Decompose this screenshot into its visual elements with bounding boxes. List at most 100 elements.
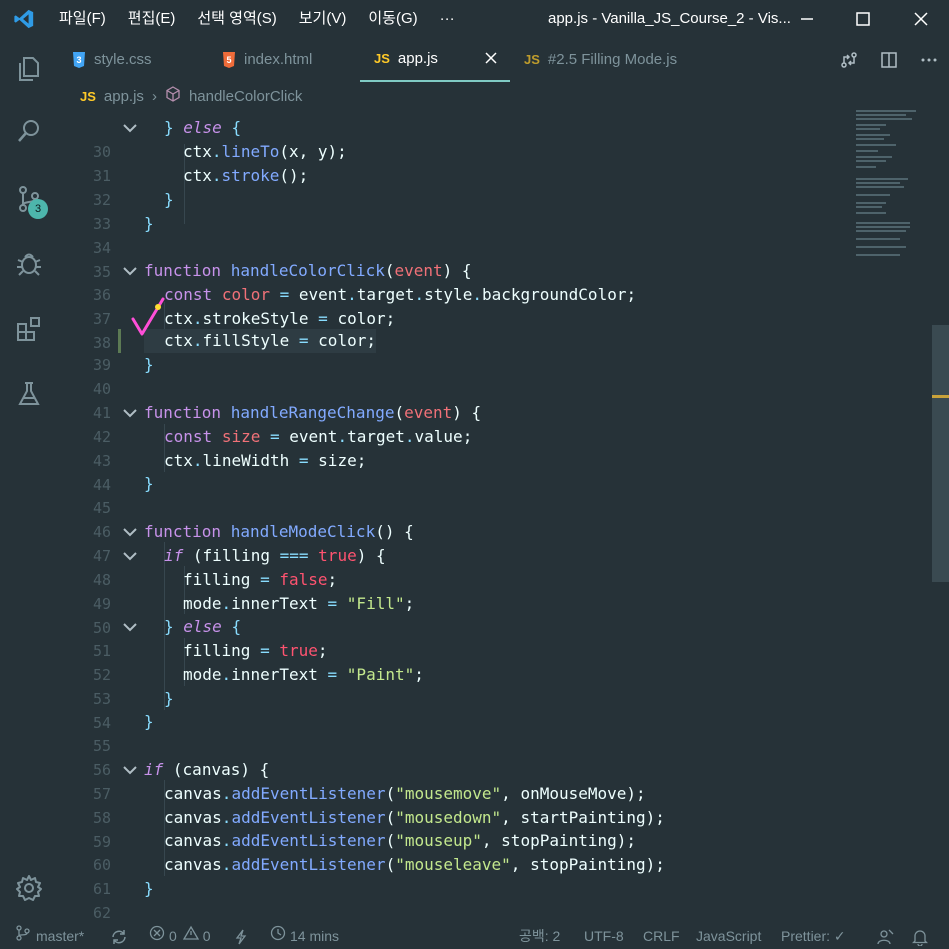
code-line: 49 filling = false; bbox=[92, 570, 338, 613]
maximize-button[interactable] bbox=[835, 0, 891, 37]
html-file-icon: 5 bbox=[222, 51, 236, 68]
editor-actions bbox=[829, 37, 949, 82]
menu-view[interactable]: 보기(V) bbox=[288, 0, 358, 37]
fold-chevron-icon[interactable] bbox=[120, 544, 140, 568]
scm-badge: 3 bbox=[28, 199, 48, 219]
scrollbar-marker bbox=[932, 395, 949, 398]
menu-edit[interactable]: 편집(E) bbox=[117, 0, 187, 37]
fold-chevron-icon[interactable] bbox=[120, 615, 140, 639]
menu-go[interactable]: 이동(G) bbox=[357, 0, 428, 37]
extensions-icon[interactable] bbox=[0, 305, 58, 353]
code-line: 61 canvas.addEventListener("mouseleave",… bbox=[92, 855, 665, 898]
breadcrumb-file[interactable]: app.js bbox=[104, 88, 144, 105]
code-line: 35 bbox=[92, 263, 111, 281]
tab-label: #2.5 Filling Mode.js bbox=[547, 51, 678, 68]
git-branch-icon bbox=[16, 924, 30, 949]
code-editor[interactable]: 30 } else { 31 ctx.lineTo(x, y); 32 ctx.… bbox=[58, 108, 938, 920]
code-line: 60 canvas.addEventListener("mouseup", st… bbox=[92, 831, 637, 874]
code-line: 54 } bbox=[92, 689, 174, 732]
css-file-icon: 3 bbox=[72, 51, 86, 68]
code-line: 33 } bbox=[92, 190, 174, 233]
tab-filling-mode-js[interactable]: JS #2.5 Filling Mode.js bbox=[510, 37, 710, 82]
code-line: 62 } bbox=[92, 879, 154, 920]
code-line: 63 bbox=[58, 901, 928, 920]
tab-label: index.html bbox=[244, 51, 313, 68]
code-line: 57 if (canvas) { bbox=[92, 758, 270, 803]
more-actions-icon[interactable] bbox=[909, 37, 949, 82]
menu-selection[interactable]: 선택 영역(S) bbox=[186, 0, 287, 37]
code-line: 52 filling = true; bbox=[92, 641, 328, 684]
code-line: 32 ctx.stroke(); bbox=[92, 166, 309, 209]
run-debug-icon[interactable] bbox=[0, 239, 58, 287]
close-window-button[interactable] bbox=[893, 0, 949, 37]
code-line: 51 } else { bbox=[92, 615, 242, 660]
notifications-bell-icon[interactable] bbox=[912, 924, 928, 949]
close-tab-icon[interactable] bbox=[484, 51, 498, 69]
activity-bar: 3 bbox=[0, 37, 58, 924]
code-line: 40 } bbox=[92, 355, 154, 398]
split-editor-icon[interactable] bbox=[869, 37, 909, 82]
error-icon bbox=[149, 924, 165, 949]
settings-gear-icon[interactable] bbox=[0, 864, 58, 912]
code-line: 55 } bbox=[92, 712, 154, 755]
minimap[interactable] bbox=[852, 108, 932, 268]
feedback-icon[interactable] bbox=[876, 924, 894, 949]
function-symbol-icon bbox=[165, 86, 181, 106]
testing-flask-icon[interactable] bbox=[0, 370, 58, 418]
explorer-icon[interactable] bbox=[0, 45, 58, 93]
minimize-button[interactable] bbox=[779, 0, 835, 37]
status-bar: master* 0 0 14 mins 공백: 2 UTF-8 CRLF Jav… bbox=[0, 924, 949, 949]
sync-icon[interactable] bbox=[110, 924, 128, 949]
lightning-icon[interactable] bbox=[234, 924, 248, 949]
js-file-icon: JS bbox=[80, 88, 96, 104]
code-line: 38 ctx.strokeStyle = color; bbox=[92, 309, 396, 352]
breadcrumb-symbol[interactable]: handleColorClick bbox=[189, 88, 302, 105]
eol-status[interactable]: CRLF bbox=[643, 924, 680, 949]
compare-changes-icon[interactable] bbox=[829, 37, 869, 82]
language-mode-status[interactable]: JavaScript bbox=[696, 924, 761, 949]
git-branch-status[interactable]: master* bbox=[16, 924, 84, 949]
code-line: 56 bbox=[92, 761, 111, 779]
code-line: 50 mode.innerText = "Fill"; bbox=[92, 594, 415, 637]
code-line: 47 function handleModeClick() { bbox=[92, 520, 414, 565]
fold-chevron-icon[interactable] bbox=[120, 116, 140, 140]
prettier-status[interactable]: Prettier: ✓ bbox=[781, 924, 846, 949]
problems-status[interactable]: 0 0 bbox=[149, 924, 211, 949]
fold-chevron-icon[interactable] bbox=[120, 401, 140, 425]
source-control-icon[interactable] bbox=[0, 175, 58, 223]
wakatime-status[interactable]: 14 mins bbox=[270, 924, 339, 949]
svg-text:5: 5 bbox=[226, 55, 231, 65]
tab-style-css[interactable]: 3 style.css bbox=[58, 37, 208, 82]
code-line: 39 ctx.fillStyle = color; bbox=[92, 331, 376, 374]
code-line: 43 const size = event.target.value; bbox=[92, 427, 473, 470]
vertical-scrollbar[interactable] bbox=[932, 325, 949, 582]
encoding-status[interactable]: UTF-8 bbox=[584, 924, 624, 949]
warning-icon bbox=[182, 924, 199, 949]
code-line: 53 mode.innerText = "Paint"; bbox=[92, 665, 424, 708]
tab-app-js[interactable]: JS app.js bbox=[360, 37, 510, 82]
code-line: 59 canvas.addEventListener("mousedown", … bbox=[92, 808, 665, 851]
tab-index-html[interactable]: 5 index.html bbox=[208, 37, 360, 82]
code-line: 37 const color = event.target.style.back… bbox=[92, 285, 637, 328]
window-title: app.js - Vanilla_JS_Course_2 - Vis... bbox=[548, 10, 791, 27]
svg-text:3: 3 bbox=[76, 55, 81, 65]
fold-chevron-icon[interactable] bbox=[120, 758, 140, 782]
handwritten-checkmark-icon bbox=[131, 297, 165, 336]
tab-label: style.css bbox=[94, 51, 152, 68]
editor-tabs: 3 style.css 5 index.html JS app.js JS #2… bbox=[58, 37, 949, 82]
fold-chevron-icon[interactable] bbox=[120, 520, 140, 544]
code-line: 31 ctx.lineTo(x, y); bbox=[92, 142, 347, 185]
code-line: 48 if (filling === true) { bbox=[92, 544, 386, 589]
chevron-right-icon: › bbox=[151, 87, 157, 105]
code-line: 44 ctx.lineWidth = size; bbox=[92, 451, 367, 494]
code-line: 30 } else { bbox=[92, 116, 242, 161]
code-line: 36 function handleColorClick(event) { bbox=[92, 259, 472, 304]
search-icon[interactable] bbox=[0, 107, 58, 155]
fold-chevron-icon[interactable] bbox=[120, 259, 140, 283]
menu-more[interactable]: ··· bbox=[429, 0, 466, 37]
tab-label: app.js bbox=[397, 50, 438, 67]
menu-file[interactable]: 파일(F) bbox=[48, 0, 117, 37]
indentation-status[interactable]: 공백: 2 bbox=[519, 924, 560, 949]
history-clock-icon bbox=[270, 924, 286, 949]
menu-bar: 파일(F) 편집(E) 선택 영역(S) 보기(V) 이동(G) ··· bbox=[48, 0, 466, 37]
